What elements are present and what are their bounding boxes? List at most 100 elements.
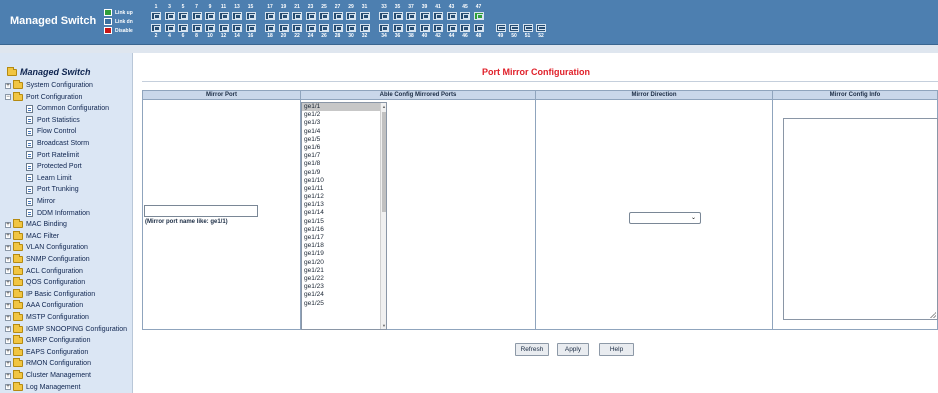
sidebar-item[interactable]: + EAPS Configuration [5, 346, 88, 358]
expand-icon[interactable]: + [5, 349, 11, 356]
port-16-icon[interactable] [245, 24, 256, 32]
port-34-icon[interactable] [379, 24, 389, 32]
port-option[interactable]: ge1/5 [302, 136, 386, 144]
sidebar-item[interactable]: Port Trunking [26, 184, 79, 195]
port-37-icon[interactable] [406, 12, 416, 20]
port-10-icon[interactable] [205, 24, 215, 32]
port-45-icon[interactable] [460, 12, 470, 20]
port-5-icon[interactable] [178, 12, 188, 20]
expand-icon[interactable]: + [5, 233, 11, 240]
port-option[interactable]: ge1/14 [302, 209, 386, 217]
port-1-icon[interactable] [151, 12, 161, 20]
sidebar-item[interactable]: + RMON Configuration [5, 358, 91, 369]
sidebar-item[interactable]: + QOS Configuration [5, 277, 85, 288]
port-option[interactable]: ge1/13 [302, 201, 386, 209]
port-11-icon[interactable] [218, 12, 229, 20]
port-option[interactable]: ge1/3 [302, 119, 386, 127]
port-14-icon[interactable] [232, 24, 242, 32]
collapse-icon[interactable]: − [5, 94, 11, 101]
expand-icon[interactable]: + [5, 326, 11, 333]
port-8-icon[interactable] [191, 24, 202, 32]
port-42-icon[interactable] [433, 24, 443, 32]
sidebar-item[interactable]: + VLAN Configuration [5, 242, 88, 253]
sidebar-item[interactable]: + MAC Filter [5, 230, 59, 242]
expand-icon[interactable]: + [5, 314, 11, 321]
port-32-icon[interactable] [359, 24, 370, 32]
mirror-direction-select[interactable]: ⌄ [629, 212, 701, 224]
sidebar-item[interactable]: − Port Configuration [5, 91, 82, 103]
port-18-icon[interactable] [265, 24, 275, 32]
sidebar-item[interactable]: + MAC Binding [5, 219, 67, 230]
port-option[interactable]: ge1/19 [302, 250, 386, 258]
expand-icon[interactable]: + [5, 384, 11, 391]
port-option[interactable]: ge1/23 [302, 283, 386, 291]
sidebar-item[interactable]: Broadcast Storm [26, 138, 89, 149]
scroll-down-icon[interactable]: ▼ [382, 323, 386, 328]
port-3-icon[interactable] [164, 12, 175, 20]
port-38-icon[interactable] [406, 24, 416, 32]
sidebar-item[interactable]: Learn Limit [26, 173, 72, 184]
port-option[interactable]: ge1/7 [302, 152, 386, 160]
port-option[interactable]: ge1/15 [302, 218, 386, 226]
expand-icon[interactable]: + [5, 291, 11, 298]
port-4-icon[interactable] [164, 24, 175, 32]
expand-icon[interactable]: + [5, 360, 11, 367]
sidebar-item[interactable]: + System Configuration [5, 80, 93, 91]
port-option[interactable]: ge1/22 [302, 275, 386, 283]
port-50-icon[interactable] [509, 24, 519, 32]
port-40-icon[interactable] [419, 24, 430, 32]
sidebar-item[interactable]: DDM Information [26, 208, 90, 219]
sidebar-item[interactable]: Protected Port [26, 161, 82, 172]
port-option[interactable]: ge1/6 [302, 144, 386, 152]
listbox-scrollbar[interactable]: ▲ ▼ [380, 103, 386, 329]
port-option[interactable]: ge1/8 [302, 160, 386, 168]
port-19-icon[interactable] [278, 12, 289, 20]
port-49-icon[interactable] [495, 24, 506, 32]
port-15-icon[interactable] [245, 12, 256, 20]
port-option[interactable]: ge1/20 [302, 259, 386, 267]
apply-button[interactable]: Apply [557, 343, 589, 356]
sidebar-item[interactable]: + MSTP Configuration [5, 312, 89, 323]
port-6-icon[interactable] [178, 24, 188, 32]
sidebar-item[interactable]: Common Configuration [26, 103, 109, 114]
port-12-icon[interactable] [218, 24, 229, 32]
mirror-port-input[interactable] [144, 205, 258, 217]
mirror-config-info-textarea[interactable] [783, 118, 938, 320]
port-9-icon[interactable] [205, 12, 215, 20]
port-24-icon[interactable] [305, 24, 316, 32]
port-36-icon[interactable] [392, 24, 403, 32]
port-option[interactable]: ge1/10 [302, 177, 386, 185]
port-13-icon[interactable] [232, 12, 242, 20]
port-48-icon[interactable] [473, 24, 484, 32]
port-47-icon[interactable] [473, 12, 484, 20]
expand-icon[interactable]: + [5, 82, 11, 89]
port-39-icon[interactable] [419, 12, 430, 20]
sidebar-item[interactable]: + SNMP Configuration [5, 254, 90, 265]
sidebar-item[interactable]: + Log Management [5, 381, 80, 393]
port-44-icon[interactable] [446, 24, 457, 32]
expand-icon[interactable]: + [5, 337, 11, 344]
port-29-icon[interactable] [346, 12, 356, 20]
port-option[interactable]: ge1/11 [302, 185, 386, 193]
expand-icon[interactable]: + [5, 279, 11, 286]
port-option[interactable]: ge1/16 [302, 226, 386, 234]
expand-icon[interactable]: + [5, 244, 11, 251]
sidebar-item[interactable]: + ACL Configuration [5, 265, 83, 277]
sidebar-item[interactable]: + IP Basic Configuration [5, 288, 95, 300]
port-20-icon[interactable] [278, 24, 289, 32]
sidebar-item[interactable]: Mirror [26, 196, 55, 207]
expand-icon[interactable]: + [5, 256, 11, 263]
help-button[interactable]: Help [599, 343, 634, 356]
port-30-icon[interactable] [346, 24, 356, 32]
port-option[interactable]: ge1/17 [302, 234, 386, 242]
port-22-icon[interactable] [292, 24, 302, 32]
port-52-icon[interactable] [536, 24, 546, 32]
resize-handle-icon[interactable] [930, 312, 936, 318]
scroll-thumb[interactable] [382, 112, 386, 212]
sidebar-item[interactable]: + AAA Configuration [5, 300, 83, 311]
port-31-icon[interactable] [359, 12, 370, 20]
expand-icon[interactable]: + [5, 268, 11, 275]
port-option[interactable]: ge1/18 [302, 242, 386, 250]
port-25-icon[interactable] [319, 12, 329, 20]
sidebar-item[interactable]: + Cluster Management [5, 370, 91, 381]
